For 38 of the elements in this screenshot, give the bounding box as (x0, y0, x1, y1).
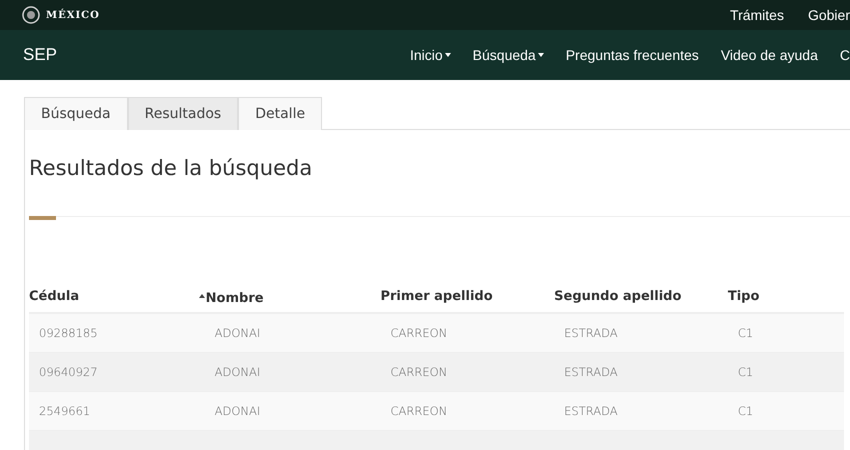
sort-icon[interactable] (198, 294, 205, 298)
results-title: Resultados de la búsqueda (29, 156, 314, 180)
table-cell: ADONAI (214, 365, 260, 379)
table-cell: ADONAI (214, 404, 260, 418)
column-header[interactable]: Tipo (728, 289, 760, 304)
caret-icon (538, 53, 544, 57)
column-header[interactable]: Cédula (29, 289, 80, 304)
table-cell: CARREON (390, 404, 448, 418)
table-cell: C1 (738, 365, 754, 379)
tab[interactable]: Resultados (128, 97, 238, 130)
table-cell: CARREON (390, 326, 448, 340)
table-cell: ESTRADA (564, 404, 618, 418)
caret-icon (444, 53, 451, 57)
table-cell: C1 (738, 326, 754, 340)
nav-link[interactable]: Video de ayuda (720, 47, 818, 63)
column-header[interactable]: Primer apellido (380, 289, 493, 304)
tab[interactable]: Búsqueda (24, 97, 128, 130)
table-cell: ESTRADA (564, 365, 618, 379)
table-cell: 09288185 (39, 326, 98, 340)
table-cell: ESTRADA (564, 326, 618, 340)
column-header[interactable]: Segundo apellido (554, 289, 682, 304)
table-cell: ADONAI (214, 326, 260, 340)
table-cell: CARREON (390, 365, 448, 379)
nav-link[interactable]: Preguntas frecuentes (566, 47, 699, 63)
nav-dropdown[interactable]: Inicio (410, 47, 451, 63)
header-link[interactable]: Trámites (730, 7, 784, 23)
tab[interactable]: Detalle (238, 97, 322, 130)
emblem-icon (22, 6, 40, 24)
nav-link[interactable]: C (840, 47, 850, 63)
nav-dropdown[interactable]: Búsqueda (472, 47, 544, 63)
header-link[interactable]: Gobier (808, 7, 850, 23)
table-cell: 09640927 (39, 365, 98, 379)
table-cell: C1 (738, 404, 754, 418)
table-cell: 2549661 (39, 404, 90, 418)
site-brand[interactable]: SEP (23, 45, 58, 65)
accent-bar (29, 216, 56, 220)
logo-text: MÉXICO (46, 10, 100, 20)
column-header[interactable]: Nombre (206, 291, 264, 306)
